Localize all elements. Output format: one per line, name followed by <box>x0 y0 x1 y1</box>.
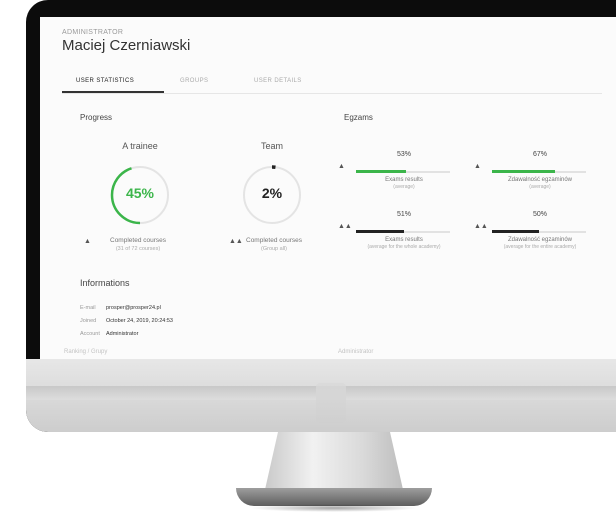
trainee-caption: Completed courses (31 of 72 courses) <box>110 237 166 252</box>
page-title: Maciej Czerniawski <box>62 37 191 54</box>
footer-right-text: Administrator <box>338 349 374 355</box>
tab-user-statistics[interactable]: USER STATISTICS <box>76 78 134 84</box>
monitor-stand <box>264 432 404 494</box>
exam-0-percent: 53% <box>396 151 411 158</box>
trainee-progress-ring: 45% <box>108 163 172 227</box>
user-icon: ▲ <box>474 163 481 170</box>
exam-3-bar-fill <box>492 230 539 233</box>
trainee-percent: 45% <box>125 185 155 201</box>
user-icon: ▲ <box>338 163 345 170</box>
tab-groups[interactable]: GROUPS <box>180 78 208 84</box>
app-screen: ADMINISTRATOR Maciej Czerniawski USER ST… <box>40 17 616 359</box>
team-percent: 2% <box>261 185 283 201</box>
tab-user-details[interactable]: USER DETAILS <box>254 78 302 84</box>
exam-2-bar-fill <box>356 230 404 233</box>
exam-2-bar <box>356 230 450 233</box>
monitor-logo <box>316 383 346 423</box>
progress-title: Progress <box>80 113 113 122</box>
user-role: ADMINISTRATOR <box>62 29 124 36</box>
exam-2-caption: Exams results (average for the whole acad… <box>367 237 441 250</box>
exam-3-percent: 50% <box>532 211 547 218</box>
exam-3-bar <box>492 230 586 233</box>
team-label: Team <box>260 141 283 151</box>
exam-2-percent: 51% <box>396 211 411 218</box>
exam-0-bar <box>356 170 450 173</box>
exam-1-percent: 67% <box>532 151 547 158</box>
group-icon: ▲▲ <box>338 223 352 230</box>
exam-0-caption: Exams results (average) <box>385 177 423 190</box>
exams-title: Egzams <box>344 113 373 122</box>
trainee-label: A trainee <box>122 141 158 151</box>
exam-3-caption: Zdawalność egzaminów (average for the ent… <box>503 237 577 250</box>
info-row-account: Account Administrator <box>80 331 139 337</box>
info-row-joined: Joined October 24, 2019, 20:24:53 <box>80 318 173 324</box>
team-progress-ring: 2% <box>240 163 304 227</box>
monitor-shadow <box>250 504 418 512</box>
exam-1-bar <box>492 170 586 173</box>
exam-1-caption: Zdawalność egzaminów (average) <box>507 177 573 190</box>
group-icon: ▲▲ <box>474 223 488 230</box>
informations-title: Informations <box>80 278 130 288</box>
exam-0-bar-fill <box>356 170 406 173</box>
info-row-email: E-mail prosper@prosper24.pl <box>80 305 161 311</box>
active-tab-indicator <box>62 91 164 93</box>
team-caption: Completed courses (Group all) <box>246 237 302 252</box>
footer-left-text: Ranking / Grupy <box>64 349 108 355</box>
tab-bar: USER STATISTICS GROUPS USER DETAILS <box>62 73 602 94</box>
exam-1-bar-fill <box>492 170 555 173</box>
